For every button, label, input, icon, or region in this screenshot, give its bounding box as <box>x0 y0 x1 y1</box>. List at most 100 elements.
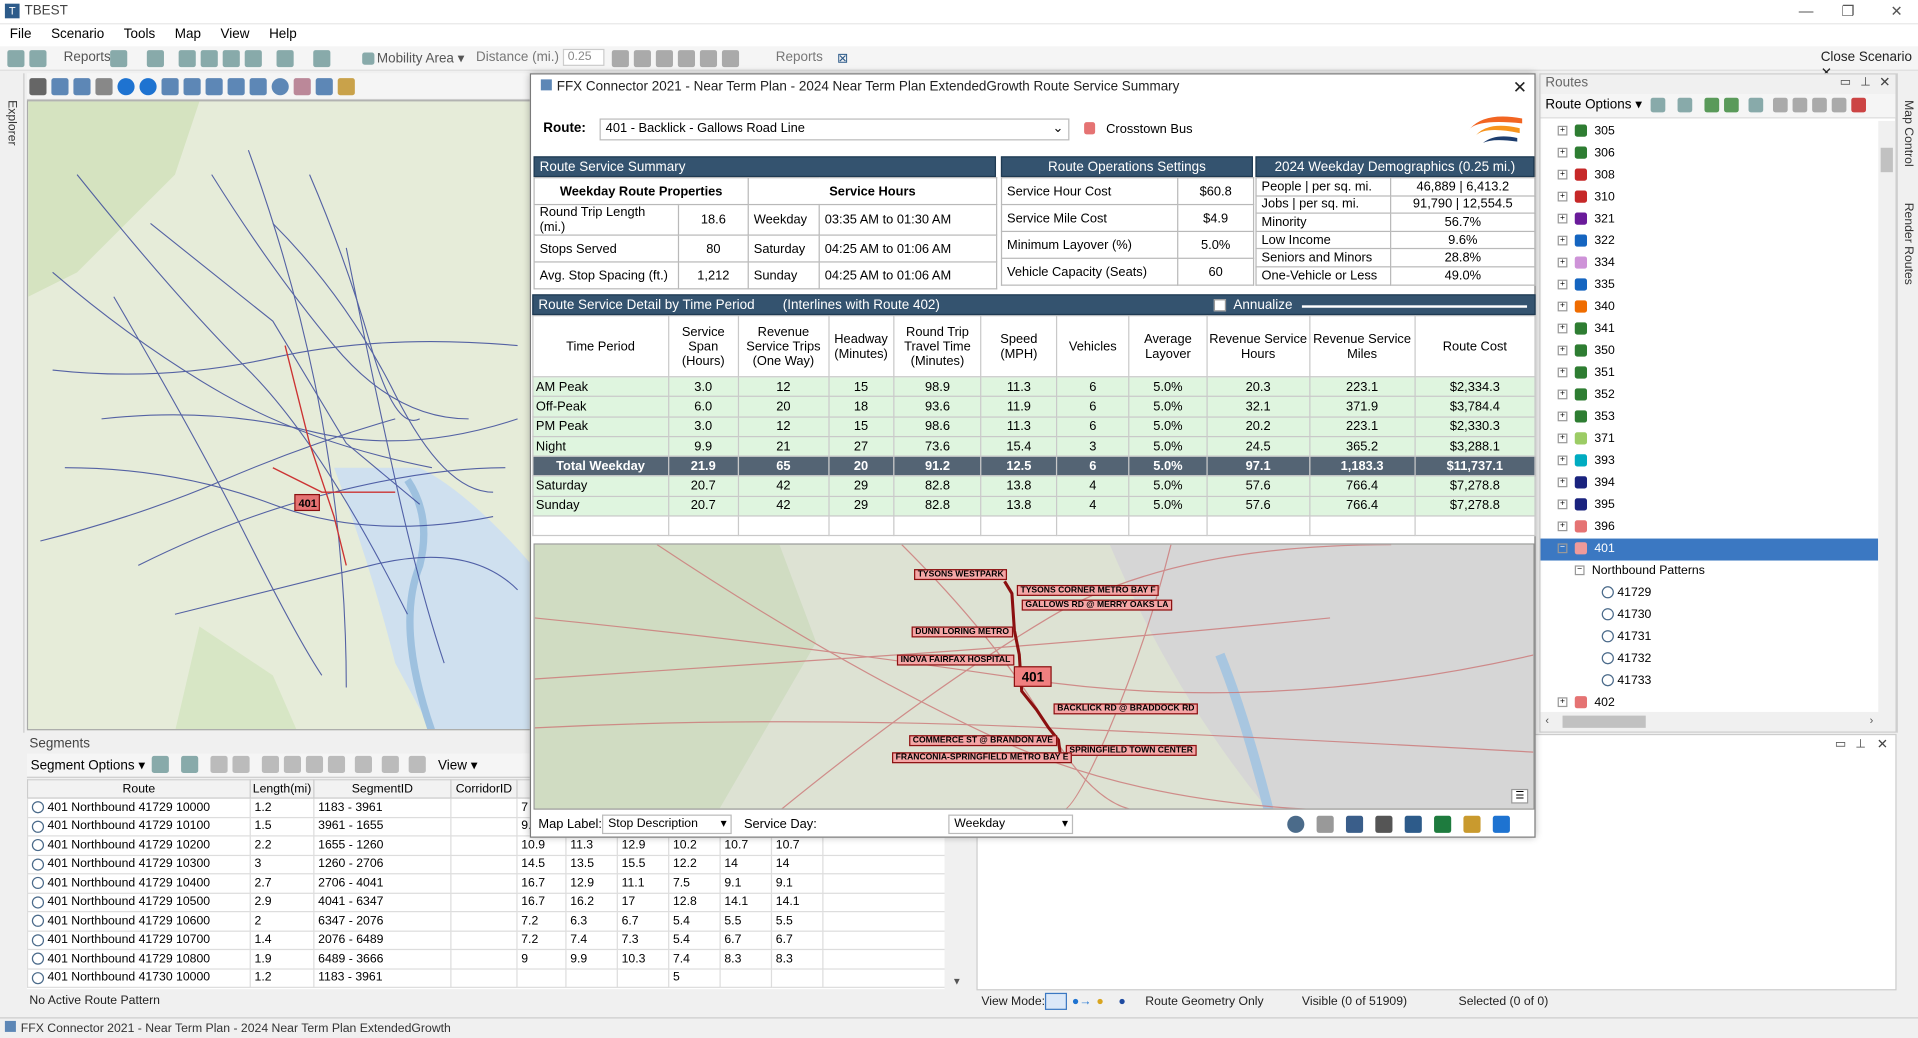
table-row[interactable]: 401 Northbound 41729 10600 2 6347 - 2076 7.… <box>26 911 945 932</box>
expand-icon[interactable]: + <box>1557 258 1568 268</box>
expand-icon[interactable]: + <box>1557 521 1568 532</box>
reports-dropdown[interactable]: Reports <box>776 50 823 65</box>
tool-icon-8[interactable] <box>699 50 718 68</box>
pattern-item[interactable]: 41731 <box>1541 626 1879 648</box>
fit-icon[interactable] <box>249 78 267 96</box>
route-map[interactable]: 401 TYSONS WESTPARK TYSONS CORNER METRO B… <box>533 543 1535 810</box>
zoom-out-icon[interactable] <box>73 78 91 96</box>
scenario-icon[interactable] <box>29 50 47 68</box>
map-label-select[interactable]: Stop Description ▾ <box>602 814 732 835</box>
people-icon[interactable] <box>1345 815 1364 833</box>
table-row[interactable]: 401 Northbound 41730 10000 1.2 1183 - 3961… <box>26 967 945 988</box>
close-icon[interactable]: ✕ <box>1890 2 1902 19</box>
expand-icon[interactable]: + <box>1557 455 1568 466</box>
panel-close-icon[interactable]: ✕ <box>1877 736 1888 753</box>
excel-icon[interactable] <box>1434 815 1452 833</box>
tool-icon-5[interactable] <box>276 50 294 68</box>
pattern-group[interactable]: − Northbound Patterns <box>1541 561 1879 583</box>
stop-label[interactable]: SPRINGFIELD TOWN CENTER <box>1065 744 1197 756</box>
row-zoom-icon[interactable] <box>31 820 45 833</box>
expand-icon[interactable]: + <box>1557 302 1568 312</box>
segment-tool-4[interactable] <box>232 755 250 774</box>
route-tool-4[interactable] <box>1724 97 1739 113</box>
segment-tool-10[interactable] <box>381 755 399 774</box>
full-extent-icon[interactable] <box>227 78 245 96</box>
tool-icon-7[interactable] <box>677 50 696 68</box>
menu-scenario[interactable]: Scenario <box>41 24 114 44</box>
close-panel-icon[interactable]: ⊠ <box>837 50 848 66</box>
route-tree-item[interactable]: +350 <box>1541 341 1879 363</box>
forward-icon[interactable] <box>205 78 223 96</box>
route-tool-2[interactable] <box>1677 97 1693 113</box>
map-legend-icon[interactable]: ☰ <box>1511 788 1529 804</box>
route-options-dropdown[interactable]: Route Options ▾ <box>1545 98 1642 113</box>
segment-tool-6[interactable] <box>283 755 302 774</box>
service-day-select[interactable]: Weekday ▾ <box>948 814 1074 835</box>
stop-label[interactable]: BACKLICK RD @ BRADDOCK RD <box>1053 703 1199 715</box>
expand-icon[interactable]: + <box>1557 477 1568 488</box>
route-tree-item[interactable]: +395 <box>1541 495 1879 517</box>
route-tool-9[interactable] <box>1831 97 1847 113</box>
segments-column-header[interactable]: SegmentID <box>313 779 452 799</box>
expand-icon[interactable]: − <box>1557 543 1568 554</box>
menu-file[interactable]: File <box>0 24 41 44</box>
exit-icon[interactable] <box>1492 815 1510 833</box>
view-mode-route-icon[interactable]: ●→ <box>1072 995 1092 1008</box>
menu-help[interactable]: Help <box>259 24 306 44</box>
panel-pin-icon[interactable]: ⊥ <box>1855 738 1866 751</box>
route-tool-7[interactable] <box>1792 97 1808 113</box>
segment-tool-9[interactable] <box>354 755 372 774</box>
explorer-tab[interactable]: Explorer <box>0 73 25 733</box>
stop-label[interactable]: GALLOWS RD @ MERRY OAKS LA <box>1021 599 1173 611</box>
expand-icon[interactable]: + <box>1557 368 1568 378</box>
stop-label[interactable]: TYSONS CORNER METRO BAY F <box>1016 584 1160 596</box>
stop-label[interactable]: INOVA FAIRFAX HOSPITAL <box>896 654 1015 666</box>
row-zoom-icon[interactable] <box>31 858 45 871</box>
back-icon[interactable] <box>183 78 201 96</box>
route-tree-item[interactable]: +305 <box>1541 121 1879 143</box>
expand-icon[interactable]: + <box>1557 192 1568 202</box>
pattern-item[interactable]: 41729 <box>1541 583 1879 605</box>
route-tool-10[interactable] <box>1851 97 1866 113</box>
row-zoom-icon[interactable] <box>31 839 45 852</box>
route-tree-item[interactable]: +335 <box>1541 275 1879 297</box>
expand-icon[interactable]: + <box>1557 236 1568 246</box>
segment-tool-3[interactable] <box>210 755 228 774</box>
stop-label[interactable]: DUNN LORING METRO <box>911 626 1013 638</box>
print-icon[interactable] <box>1316 815 1334 833</box>
table-row[interactable]: 401 Northbound 41729 10300 3 1260 - 2706 14… <box>26 854 945 875</box>
maximize-icon[interactable]: ❐ <box>1842 2 1855 19</box>
segment-options-dropdown[interactable]: Segment Options ▾ <box>31 757 146 773</box>
view-mode-line-icon[interactable] <box>1044 992 1067 1010</box>
route-tree-item[interactable]: +310 <box>1541 187 1879 209</box>
route-tool-5[interactable] <box>1748 97 1764 113</box>
tool-icon-9[interactable] <box>721 50 740 68</box>
minimize-icon[interactable]: — <box>1799 2 1814 19</box>
row-zoom-icon[interactable] <box>31 914 45 928</box>
main-map[interactable]: 401 <box>26 100 532 731</box>
segment-tool-1[interactable] <box>151 755 169 774</box>
row-zoom-icon[interactable] <box>31 876 45 890</box>
view-mode-stop-icon[interactable]: ● <box>1096 995 1103 1008</box>
row-zoom-icon[interactable] <box>31 801 45 814</box>
segment-tool-2[interactable] <box>181 755 199 774</box>
globe-icon[interactable] <box>271 78 289 96</box>
route-tool-6[interactable] <box>1772 97 1788 113</box>
pattern-item[interactable]: 41733 <box>1541 670 1879 692</box>
expand-icon[interactable]: + <box>1557 499 1568 510</box>
mobility-area-dropdown[interactable]: Mobility Area <box>377 51 454 66</box>
dialog-close-button[interactable]: ✕ <box>1513 77 1527 98</box>
globe-export-icon[interactable] <box>1287 815 1305 833</box>
measure-icon[interactable] <box>655 50 673 68</box>
expand-icon[interactable]: + <box>1557 148 1568 158</box>
settings-icon[interactable] <box>1375 815 1393 833</box>
zoom-in-icon[interactable] <box>51 78 69 96</box>
measure-tool-icon[interactable] <box>161 78 179 96</box>
info-icon[interactable] <box>117 78 135 96</box>
routes-hscrollbar[interactable]: ‹ › <box>1540 711 1896 732</box>
expand-icon[interactable]: + <box>1557 346 1568 356</box>
segment-tool-11[interactable] <box>408 755 426 774</box>
panel-restore-icon[interactable]: ▭ <box>1835 738 1847 751</box>
row-zoom-icon[interactable] <box>31 952 45 965</box>
table-row[interactable]: 401 Northbound 41729 10800 1.9 6489 - 3666… <box>26 948 945 970</box>
